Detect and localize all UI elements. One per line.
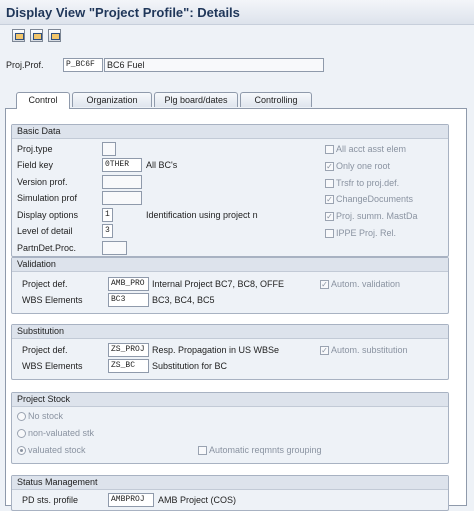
field-label: Project def. xyxy=(22,279,68,289)
field-label: Field key xyxy=(17,160,54,170)
substitution-wbs-elements-field[interactable]: ZS_BC xyxy=(108,359,149,373)
partner-determination-field[interactable] xyxy=(102,241,127,255)
no-stock-radio[interactable] xyxy=(17,412,26,421)
validation-project-def-text: Internal Project BC7, BC8, OFFE xyxy=(152,279,285,289)
field-label: Proj.type xyxy=(17,144,53,154)
substitution-project-def-text: Resp. Propagation in US WBSe xyxy=(152,345,280,355)
field-label: Display options xyxy=(17,210,79,220)
version-profile-field[interactable] xyxy=(102,175,142,189)
autom-substitution-checkbox[interactable]: ✓ xyxy=(320,346,329,355)
checkbox-label: IPPE Proj. Rel. xyxy=(336,228,397,238)
checkbox-label: Autom. validation xyxy=(331,279,401,289)
automatic-reqmnts-grouping-checkbox[interactable] xyxy=(198,446,207,455)
proj-summ-mastda-checkbox[interactable]: ✓ xyxy=(325,212,334,221)
project-profile-code-field[interactable]: P_BC6F xyxy=(63,58,103,72)
field-label: WBS Elements xyxy=(22,295,83,305)
checkbox-label: Proj. summ. MastDa xyxy=(336,211,418,221)
pd-status-profile-field[interactable]: AMBPROJ xyxy=(108,493,154,507)
field-label: Simulation prof xyxy=(17,193,78,203)
display-options-text: Identification using project n xyxy=(146,210,258,220)
display-options-field[interactable]: 1 xyxy=(102,208,113,222)
previous-entry-icon[interactable] xyxy=(30,29,43,42)
level-of-detail-field[interactable]: 3 xyxy=(102,224,113,238)
non-valuated-stock-radio[interactable] xyxy=(17,429,26,438)
validation-wbs-elements-field[interactable]: BC3 xyxy=(108,293,149,307)
field-label: Level of detail xyxy=(17,226,73,236)
change-documents-checkbox[interactable]: ✓ xyxy=(325,195,334,204)
validation-group: Validation Project def. AMB_PRO Internal… xyxy=(11,257,449,314)
proj-type-field[interactable] xyxy=(102,142,116,156)
checkbox-label: All acct asst elem xyxy=(336,144,407,154)
group-title: Basic Data xyxy=(12,125,448,139)
tab-content-panel: Basic Data Proj.type Field key 0THER All… xyxy=(5,108,467,511)
header-row: Proj.Prof. P_BC6F BC6 Fuel xyxy=(0,56,474,74)
transfer-to-proj-def-checkbox[interactable] xyxy=(325,179,334,188)
substitution-project-def-field[interactable]: ZS_PROJ xyxy=(108,343,149,357)
tab-control[interactable]: Control xyxy=(16,92,70,109)
ippe-proj-rel-checkbox[interactable] xyxy=(325,229,334,238)
project-profile-label: Proj.Prof. xyxy=(6,60,44,70)
tab-controlling[interactable]: Controlling xyxy=(240,92,312,107)
next-entry-icon[interactable] xyxy=(48,29,61,42)
valuated-stock-radio[interactable] xyxy=(17,446,26,455)
checkbox-label: Trsfr to proj.def. xyxy=(336,178,400,188)
field-label: PD sts. profile xyxy=(22,495,79,505)
radio-label: non-valuated stk xyxy=(28,428,95,438)
validation-wbs-elements-text: BC3, BC4, BC5 xyxy=(152,295,215,305)
basic-data-group: Basic Data Proj.type Field key 0THER All… xyxy=(11,124,449,257)
project-stock-group: Project Stock No stock non-valuated stk … xyxy=(11,392,449,464)
tab-organization[interactable]: Organization xyxy=(72,92,152,107)
project-profile-description-field[interactable]: BC6 Fuel xyxy=(104,58,324,72)
group-title: Status Management xyxy=(12,476,448,490)
field-label: WBS Elements xyxy=(22,361,83,371)
checkbox-label: Only one root xyxy=(336,161,391,171)
validation-project-def-field[interactable]: AMB_PRO xyxy=(108,277,149,291)
substitution-group: Substitution Project def. ZS_PROJ Resp. … xyxy=(11,324,449,380)
application-toolbar xyxy=(0,25,474,47)
substitution-wbs-elements-text: Substitution for BC xyxy=(152,361,228,371)
save-icon[interactable] xyxy=(12,29,25,42)
title-bar: Display View "Project Profile": Details xyxy=(0,0,474,25)
group-title: Project Stock xyxy=(12,393,448,407)
radio-label: valuated stock xyxy=(28,445,86,455)
checkbox-label: Automatic reqmnts grouping xyxy=(209,445,322,455)
tab-plg-board-dates[interactable]: Plg board/dates xyxy=(154,92,238,107)
field-label: PartnDet.Proc. xyxy=(17,243,77,253)
all-acct-asst-elem-checkbox[interactable] xyxy=(325,145,334,154)
radio-label: No stock xyxy=(28,411,64,421)
field-key-field[interactable]: 0THER xyxy=(102,158,142,172)
group-title: Validation xyxy=(12,258,448,272)
checkbox-label: Autom. substitution xyxy=(331,345,408,355)
simulation-profile-field[interactable] xyxy=(102,191,142,205)
group-title: Substitution xyxy=(12,325,448,339)
field-label: Project def. xyxy=(22,345,68,355)
pd-status-profile-text: AMB Project (COS) xyxy=(158,495,237,505)
only-one-root-checkbox[interactable]: ✓ xyxy=(325,162,334,171)
field-label: Version prof. xyxy=(17,177,68,187)
field-key-text: All BC's xyxy=(146,160,178,170)
autom-validation-checkbox[interactable]: ✓ xyxy=(320,280,329,289)
window-title: Display View "Project Profile": Details xyxy=(6,5,240,20)
checkbox-label: ChangeDocuments xyxy=(336,194,414,204)
